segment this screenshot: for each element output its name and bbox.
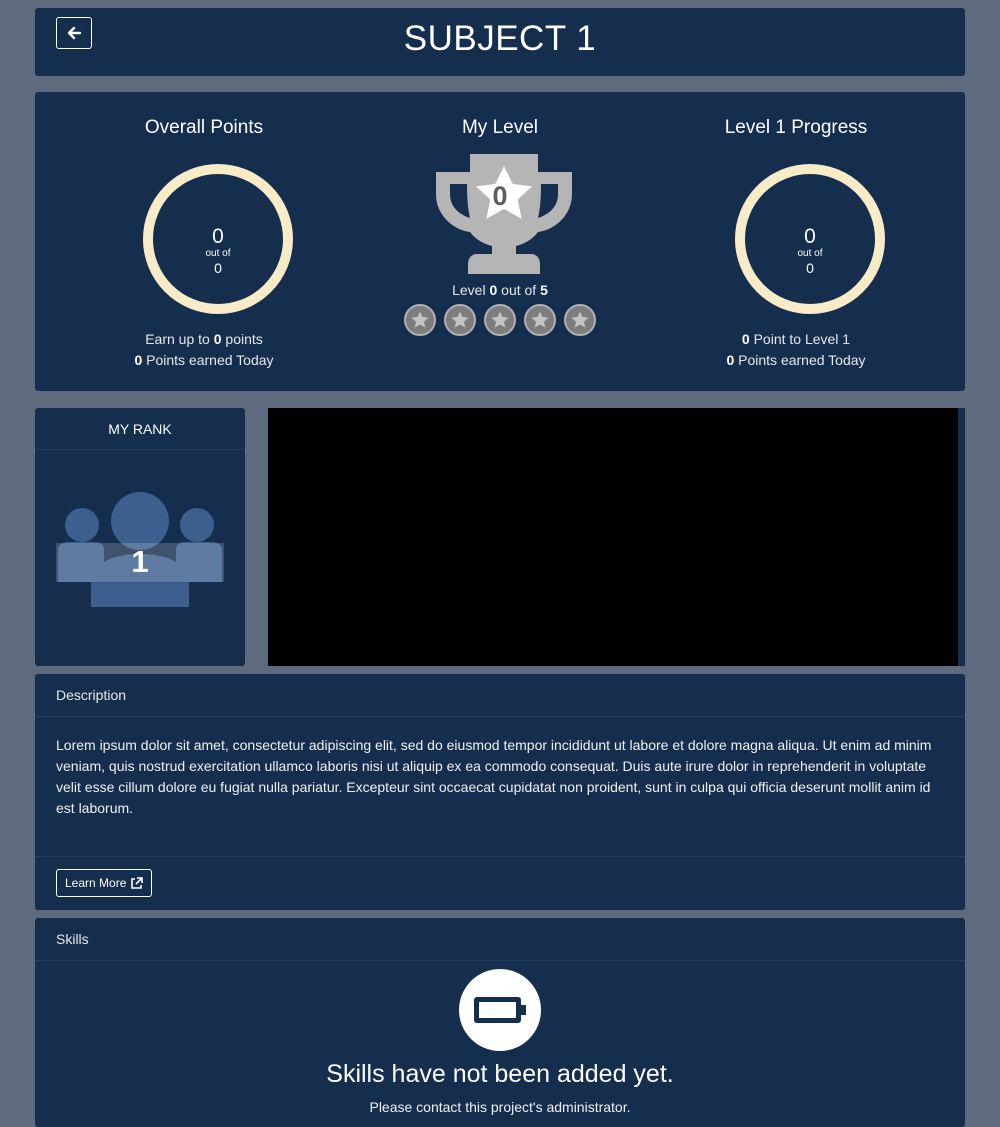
level-progress-out-of: out of [797,248,823,259]
star-icon [484,304,516,336]
level-out-of: out of [501,282,537,298]
trophy-icon [436,154,572,274]
overall-today-value: 0 [134,352,143,368]
description-title: Description [35,674,965,717]
overall-points-ring: 0 out of 0 [143,164,293,314]
points-to-level-value: 0 [741,331,750,347]
learn-more-label: Learn More [65,876,127,890]
level-stars [345,304,655,336]
skills-card: Skills Skills have not been added yet. P… [35,918,965,1127]
skills-empty-title: Skills have not been added yet. [326,1060,674,1088]
page-title: SUBJECT 1 [403,19,597,58]
earn-suffix: points [225,331,263,347]
overall-points-out-of: out of [205,248,231,259]
description-footer: Learn More [35,856,965,897]
overall-points-total: 0 [214,260,222,276]
progress-today-label: Points earned Today [738,352,866,368]
external-link-icon [131,876,144,889]
level-line: Level 0 out of 5 [345,282,655,298]
earn-up-to-line: Earn up to 0 points [49,331,359,347]
my-rank-card[interactable]: MY RANK 1 [35,408,245,666]
my-level-title: My Level [461,117,539,138]
level-value: 0 [489,282,498,298]
description-card: Description Lorem ipsum dolor sit amet, … [35,674,965,910]
level-prefix: Level [452,282,486,298]
skills-title: Skills [35,918,965,961]
overall-today-label: Points earned Today [146,352,274,368]
earn-prefix: Earn up to [145,331,210,347]
my-rank-title: MY RANK [35,408,245,450]
header-panel: SUBJECT 1 [35,8,965,76]
star-icon [524,304,556,336]
skills-empty-badge [459,969,541,1051]
star-icon [444,304,476,336]
star-icon [404,304,436,336]
learn-more-button[interactable]: Learn More [56,869,153,897]
level-progress-value: 0 [804,225,816,248]
overall-points-card: Overall Points 0 out of 0 Earn up to 0 p… [49,92,359,391]
overall-today-line: 0 Points earned Today [49,352,359,368]
level-progress-ring: 0 out of 0 [735,164,885,314]
skills-empty-subtitle: Please contact this project's administra… [369,1099,631,1115]
progress-today-line: 0 Points earned Today [641,352,951,368]
earn-value: 0 [213,331,222,347]
rank-value: 1 [131,544,149,579]
overall-points-value: 0 [212,225,224,248]
video-container [268,408,965,666]
points-to-level-label: Point to Level 1 [753,331,851,347]
battery-empty-icon [474,997,526,1023]
level-progress-total: 0 [806,260,814,276]
level-progress-title: Level 1 Progress [724,117,868,138]
video-player[interactable] [268,408,958,666]
description-text: Lorem ipsum dolor sit amet, consectetur … [56,737,932,816]
progress-today-value: 0 [726,352,735,368]
points-to-level-line: 0 Point to Level 1 [641,331,951,347]
level-progress-card: Level 1 Progress 0 out of 0 0 Point to L… [641,92,951,391]
level-max: 5 [540,282,548,298]
overall-points-title: Overall Points [144,117,264,138]
trophy-level-number: 0 [492,181,508,211]
my-level-card: My Level 0 Level 0 out of 5 [345,92,655,391]
star-icon [564,304,596,336]
stats-panel: Overall Points 0 out of 0 Earn up to 0 p… [35,92,965,391]
